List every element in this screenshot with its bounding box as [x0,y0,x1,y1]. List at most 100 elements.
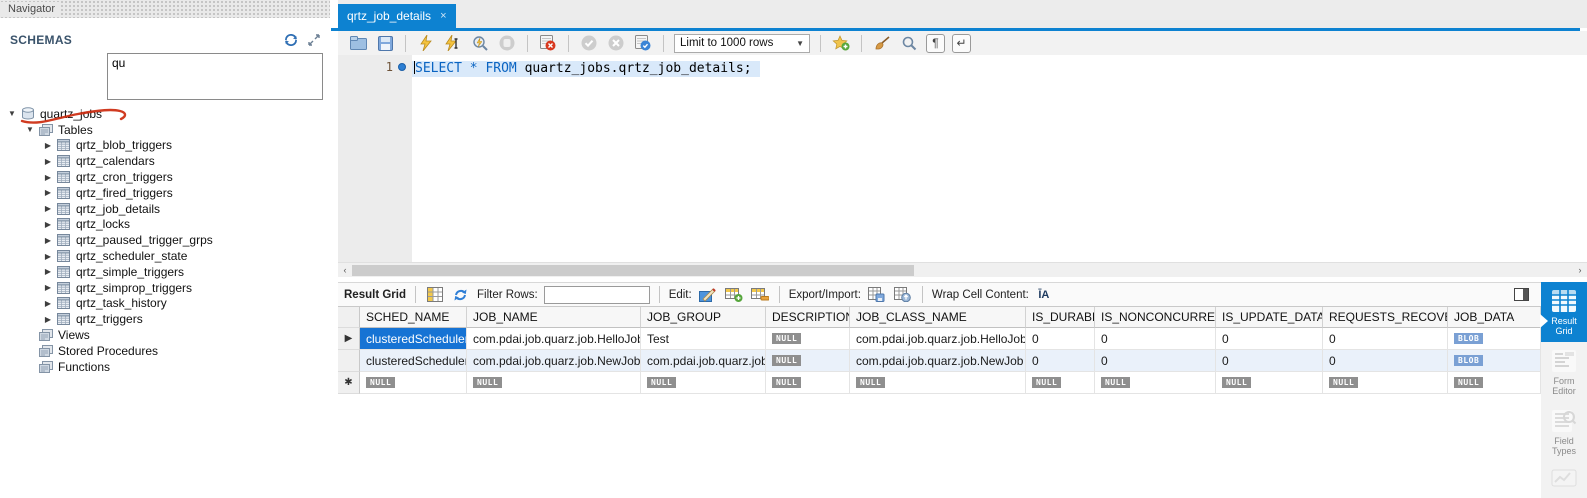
wrap-cell-content-icon[interactable]: ĪA [1035,287,1053,303]
expand-arrow-icon[interactable]: ▶ [41,188,55,197]
column-header-job_name[interactable]: JOB_NAME [467,307,641,328]
grid-cell[interactable]: NULL [766,328,850,350]
expand-arrow-icon[interactable]: ▶ [41,315,55,324]
new-snippet-icon[interactable] [831,33,851,53]
tree-item-qrtz-triggers[interactable]: ▶qrtz_triggers [0,311,330,327]
delete-row-icon[interactable] [750,285,770,305]
toggle-sidebar-icon[interactable] [1511,285,1531,305]
rollback-icon[interactable] [606,33,626,53]
grid-cell[interactable]: com.pdai.job.quarz.job.NewJob [467,350,641,372]
grid-cell[interactable]: 0 [1095,350,1216,372]
add-row-icon[interactable] [724,285,744,305]
tree-item-qrtz-blob-triggers[interactable]: ▶qrtz_blob_triggers [0,138,330,154]
column-header-sched_name[interactable]: SCHED_NAME [360,307,467,328]
grid-cell[interactable]: NULL [641,372,766,394]
tree-item-qrtz-paused-trigger-grps[interactable]: ▶qrtz_paused_trigger_grps [0,232,330,248]
open-script-icon[interactable] [348,33,368,53]
grid-cell[interactable]: NULL [766,350,850,372]
grid-cell[interactable]: 0 [1323,350,1448,372]
expand-arrow-icon[interactable]: ▶ [41,157,55,166]
grid-cell[interactable]: com.pdai.job.quarz.job.NewJob [850,350,1026,372]
grid-cell[interactable]: NULL [850,372,1026,394]
toggle-stop-on-error-icon[interactable] [538,33,558,53]
tree-item-qrtz-scheduler-state[interactable]: ▶qrtz_scheduler_state [0,248,330,264]
grid-cell[interactable]: 0 [1216,350,1323,372]
expand-arrow-icon[interactable]: ▶ [41,267,55,276]
edit-cell-icon[interactable] [698,285,718,305]
expand-arrow-icon[interactable]: ▶ [41,220,55,229]
expand-arrow-icon[interactable]: ▼ [23,125,37,134]
grid-cell[interactable]: NULL [1095,372,1216,394]
find-icon[interactable] [899,33,919,53]
toggle-autocommit-icon[interactable] [633,33,653,53]
grid-cell[interactable]: com.pdai.job.quarz.job.HelloJob [850,328,1026,350]
current-row-marker[interactable]: ▶ [338,328,360,350]
expand-arrow-icon[interactable]: ▶ [41,173,55,182]
show-invisibles-icon[interactable]: ¶ [926,34,945,53]
row-header[interactable] [338,350,360,372]
grid-cell[interactable]: NULL [467,372,641,394]
new-row-marker[interactable]: ✱ [338,372,360,394]
expand-arrow-icon[interactable]: ▶ [41,141,55,150]
scrollbar-thumb[interactable] [352,265,914,276]
tree-item-qrtz-simprop-triggers[interactable]: ▶qrtz_simprop_triggers [0,280,330,296]
tab-close-icon[interactable]: × [440,10,446,22]
grid-cell[interactable]: com.pdai.job.quarz.job.HelloJob [467,328,641,350]
execute-statement-icon[interactable] [416,33,436,53]
filter-rows-input[interactable] [544,286,650,304]
grid-cell[interactable]: BLOB [1448,328,1541,350]
column-header-job_group[interactable]: JOB_GROUP [641,307,766,328]
horizontal-scrollbar[interactable]: ‹ › [338,262,1587,277]
grid-cell[interactable]: com.pdai.job.quarz.job [641,350,766,372]
refresh-schemas-icon[interactable] [284,34,298,46]
grid-cell[interactable]: NULL [1448,372,1541,394]
tree-item-qrtz-calendars[interactable]: ▶qrtz_calendars [0,153,330,169]
grid-cell[interactable]: NULL [1216,372,1323,394]
commit-icon[interactable] [579,33,599,53]
expand-arrow-icon[interactable]: ▶ [41,204,55,213]
tree-item-qrtz-fired-triggers[interactable]: ▶qrtz_fired_triggers [0,185,330,201]
column-header-requests_recovery[interactable]: REQUESTS_RECOVERY [1323,307,1448,328]
sql-code-editor[interactable]: 1 SELECT * FROM quartz_jobs.qrtz_job_det… [338,55,1587,262]
schema-filter-input[interactable]: qu [107,53,323,100]
grid-cell[interactable]: NULL [1026,372,1095,394]
tree-item-stored-procedures[interactable]: Stored Procedures [0,343,330,359]
expand-arrow-icon[interactable]: ▶ [41,252,55,261]
grid-cell[interactable]: NULL [766,372,850,394]
export-recordset-icon[interactable] [867,285,887,305]
column-header-is_durable[interactable]: IS_DURABLE [1026,307,1095,328]
refresh-grid-icon[interactable] [451,285,471,305]
grid-cell[interactable]: NULL [1323,372,1448,394]
grid-cell[interactable]: 0 [1095,328,1216,350]
scroll-right-icon[interactable]: › [1573,265,1587,275]
tab-qrtz-job-details[interactable]: qrtz_job_details × [338,4,456,28]
expand-arrow-icon[interactable]: ▶ [41,299,55,308]
column-header-job_class_name[interactable]: JOB_CLASS_NAME [850,307,1026,328]
grid-cell[interactable]: 0 [1216,328,1323,350]
grid-columns-icon[interactable] [425,285,445,305]
sidebar-view-form-editor[interactable]: Form Editor [1541,342,1587,402]
grid-cell[interactable]: clusteredScheduler [360,328,467,350]
expand-arrow-icon[interactable]: ▶ [41,236,55,245]
execute-current-statement-icon[interactable] [443,33,463,53]
grid-cell[interactable]: clusteredScheduler [360,350,467,372]
column-header-description[interactable]: DESCRIPTION [766,307,850,328]
wrap-lines-icon[interactable]: ↵ [952,34,971,53]
collapse-panel-icon[interactable] [308,34,320,46]
expand-arrow-icon[interactable]: ▶ [41,283,55,292]
column-header-is_nonconcurrent[interactable]: IS_NONCONCURRENT [1095,307,1216,328]
tree-item-qrtz-locks[interactable]: ▶qrtz_locks [0,217,330,233]
limit-rows-dropdown[interactable]: Limit to 1000 rows ▼ [674,34,810,53]
grid-cell[interactable]: NULL [360,372,467,394]
tree-item-qrtz-job-details[interactable]: ▶qrtz_job_details [0,201,330,217]
stop-query-icon[interactable] [497,33,517,53]
sidebar-view-result-grid[interactable]: Result Grid [1541,282,1587,342]
grid-cell[interactable]: 0 [1026,350,1095,372]
scroll-left-icon[interactable]: ‹ [338,265,352,275]
grid-cell[interactable]: 0 [1026,328,1095,350]
tree-item-qrtz-simple-triggers[interactable]: ▶qrtz_simple_triggers [0,264,330,280]
tree-item-qrtz-cron-triggers[interactable]: ▶qrtz_cron_triggers [0,169,330,185]
code-area[interactable]: SELECT * FROM quartz_jobs.qrtz_job_detai… [412,55,1587,262]
column-header-job_data[interactable]: JOB_DATA [1448,307,1541,328]
beautify-script-icon[interactable] [872,33,892,53]
